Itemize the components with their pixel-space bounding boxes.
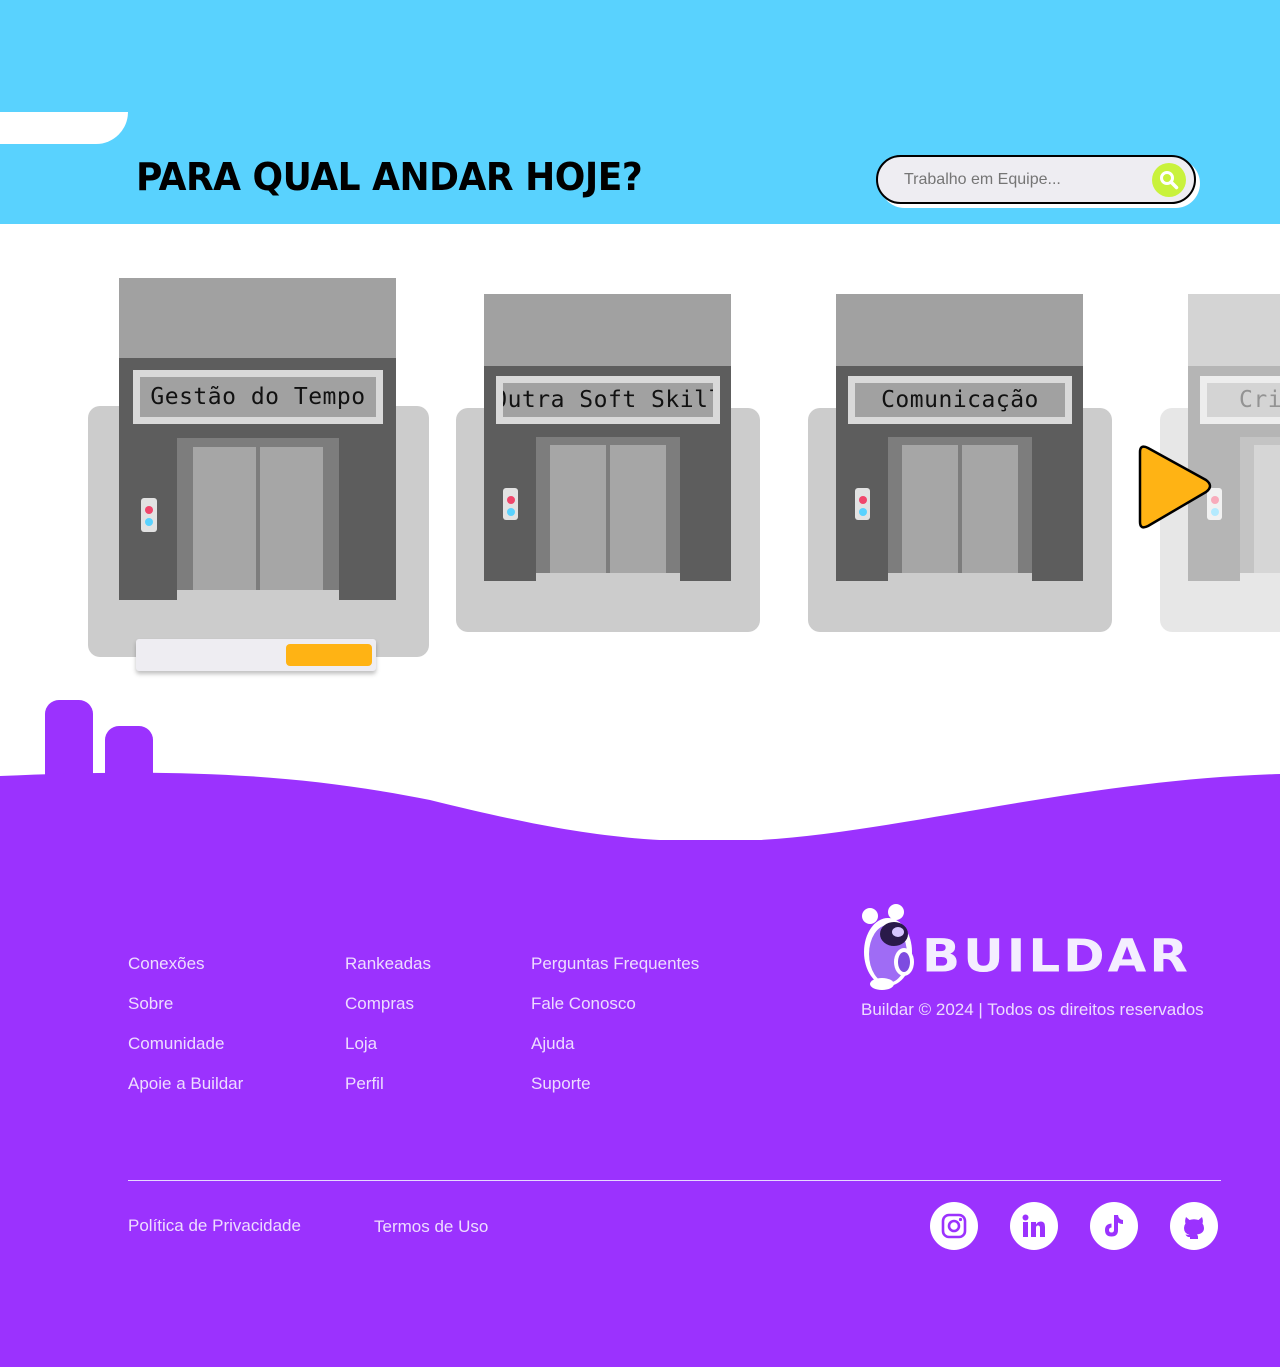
mascot-icon	[862, 904, 914, 990]
brand-logo[interactable]: BUILDAR	[856, 902, 1226, 992]
github-icon	[1184, 1217, 1204, 1239]
instagram-button[interactable]	[930, 1202, 978, 1250]
footer-link[interactable]: Perfil	[345, 1074, 431, 1114]
tiktok-button[interactable]	[1090, 1202, 1138, 1250]
tiktok-icon	[1105, 1215, 1123, 1237]
footer-link[interactable]: Loja	[345, 1034, 431, 1074]
footer-link[interactable]: Apoie a Buildar	[128, 1074, 243, 1114]
elevator-door-left	[1254, 445, 1280, 573]
brand-wordmark: BUILDAR	[922, 930, 1191, 983]
footer-link[interactable]: Sobre	[128, 994, 243, 1034]
elevator-floor	[1240, 573, 1280, 581]
footer-link[interactable]: Rankeadas	[345, 954, 431, 994]
github-button[interactable]	[1170, 1202, 1218, 1250]
play-arrow-icon	[1138, 445, 1212, 529]
instagram-icon	[941, 1213, 967, 1239]
linkedin-button[interactable]	[1010, 1202, 1058, 1250]
elevator-card[interactable]: Cria	[0, 0, 1280, 700]
elevator-top	[1188, 294, 1280, 367]
footer-link[interactable]: Suporte	[531, 1074, 699, 1114]
footer-column: Perguntas Frequentes Fale Conosco Ajuda …	[531, 954, 699, 1114]
footer-column: Conexões Sobre Comunidade Apoie a Builda…	[128, 954, 243, 1114]
footer-link[interactable]: Comunidade	[128, 1034, 243, 1074]
elevator-sign: Cria	[1200, 376, 1280, 424]
footer-link[interactable]: Fale Conosco	[531, 994, 699, 1034]
linkedin-icon	[1022, 1214, 1045, 1237]
footer-link[interactable]: Perguntas Frequentes	[531, 954, 699, 994]
footer-link[interactable]: Conexões	[128, 954, 243, 994]
footer-link[interactable]: Compras	[345, 994, 431, 1034]
terms-of-use-link[interactable]: Termos de Uso	[374, 1217, 488, 1237]
footer-link[interactable]: Ajuda	[531, 1034, 699, 1074]
copyright-text: Buildar © 2024 | Todos os direitos reser…	[861, 1000, 1204, 1019]
privacy-policy-link[interactable]: Política de Privacidade	[128, 1216, 301, 1236]
footer-column: Rankeadas Compras Loja Perfil	[345, 954, 431, 1114]
footer-divider	[128, 1180, 1221, 1181]
elevator-label: Cria	[1207, 383, 1280, 417]
carousel-next-button[interactable]	[1128, 442, 1218, 534]
